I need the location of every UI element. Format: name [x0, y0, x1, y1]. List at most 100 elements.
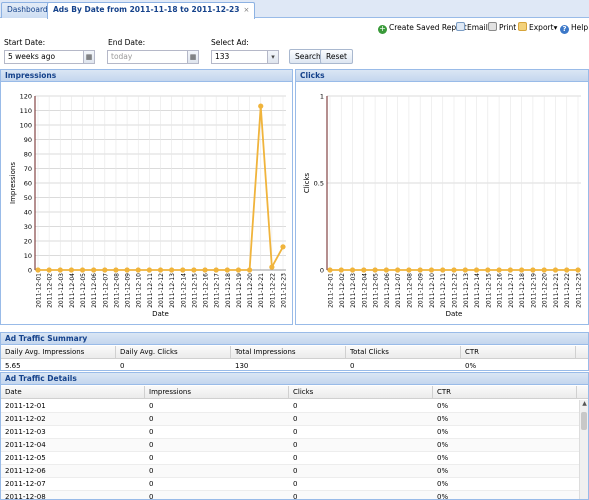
table-row[interactable]: 2011-12-02 0 0 0% [1, 413, 579, 426]
cell: 0 [149, 428, 154, 436]
data-point [235, 267, 242, 273]
x-tick-label: 2011-12-17 [214, 273, 221, 308]
scroll-thumb[interactable] [581, 412, 587, 430]
y-tick-label: 30 [24, 223, 32, 231]
table-row[interactable]: 2011-12-07 0 0 0% [1, 478, 579, 491]
x-tick-label: 2011-12-22 [564, 273, 571, 308]
export-button[interactable]: Export▾ [518, 21, 557, 34]
details-scrollbar[interactable]: ▲ [579, 400, 588, 499]
data-point [395, 267, 401, 273]
data-point [372, 267, 378, 273]
table-row[interactable]: 2011-12-03 0 0 0% [1, 426, 579, 439]
tab-ads-by-date[interactable]: Ads By Date from 2011-11-18 to 2011-12-2… [47, 2, 256, 19]
create-saved-report-button[interactable]: + Create Saved Report [378, 21, 467, 34]
x-tick-label: 2011-12-05 [80, 273, 87, 308]
cell: 0 [149, 454, 154, 462]
x-tick-label: 2011-12-09 [125, 273, 132, 308]
x-tick-label: 2011-12-14 [474, 273, 481, 308]
data-point [541, 267, 547, 273]
start-date-label: Start Date: [4, 38, 46, 47]
toolbar-label: Print [499, 23, 517, 32]
cell: 0% [437, 402, 449, 410]
select-ad-field[interactable]: 133 [211, 50, 268, 64]
help-icon: ? [560, 25, 569, 34]
reset-button[interactable]: Reset [320, 49, 353, 64]
x-tick-label: 2011-12-09 [418, 273, 425, 308]
x-tick-label: 2011-12-06 [384, 273, 391, 308]
data-point [406, 267, 412, 273]
column-header[interactable]: Total Clicks [346, 346, 461, 359]
cell: 0 [350, 362, 355, 370]
end-date-label: End Date: [108, 38, 146, 47]
data-point [564, 267, 570, 273]
ad-traffic-summary-header: Ad Traffic Summary [0, 332, 589, 345]
data-point [462, 267, 468, 273]
x-tick-label: 2011-12-05 [373, 273, 380, 308]
data-point [269, 264, 275, 270]
data-point [169, 267, 175, 273]
data-point [113, 267, 119, 273]
cell: 2011-12-06 [5, 467, 46, 475]
y-tick-label: 40 [24, 209, 32, 217]
chevron-down-icon[interactable]: ▾ [267, 50, 279, 64]
tab-dashboard[interactable]: Dashboard [1, 2, 54, 18]
close-icon[interactable]: × [243, 6, 249, 14]
column-header[interactable]: CTR [433, 386, 577, 399]
table-row[interactable]: 2011-12-01 0 0 0% [1, 400, 579, 413]
help-button[interactable]: ? Help [560, 21, 588, 34]
start-date-field[interactable]: 5 weeks ago [4, 50, 84, 64]
column-header[interactable]: Daily Avg. Clicks [116, 346, 231, 359]
column-header[interactable]: Date [1, 386, 145, 399]
cell: 5.65 [5, 362, 21, 370]
column-header[interactable]: Clicks [289, 386, 433, 399]
data-point [280, 244, 286, 250]
x-tick-label: 2011-12-07 [102, 273, 109, 308]
impressions-chart: 0 10 20 30 40 50 60 70 80 90 100 110 120 2011-12-01 20… [9, 93, 288, 319]
x-tick-label: 2011-12-20 [542, 273, 549, 308]
column-header[interactable]: Impressions [145, 386, 289, 399]
data-point [35, 267, 41, 273]
ad-traffic-summary: Daily Avg. Impressions Daily Avg. Clicks… [0, 345, 589, 373]
column-header[interactable]: Total Impressions [231, 346, 346, 359]
x-tick-label: 2011-12-23 [281, 273, 288, 308]
data-point [575, 267, 581, 273]
x-tick-label: 2011-12-13 [463, 273, 470, 308]
data-point [440, 267, 446, 273]
x-tick-label: 2011-12-07 [395, 273, 402, 308]
x-tick-label: 2011-12-16 [497, 273, 504, 308]
column-header[interactable]: Daily Avg. Impressions [1, 346, 116, 359]
calendar-icon[interactable]: ▦ [83, 50, 95, 64]
table-row[interactable]: 2011-12-05 0 0 0% [1, 452, 579, 465]
data-point [417, 267, 423, 273]
cell: 2011-12-05 [5, 454, 46, 462]
data-point [180, 267, 186, 273]
scroll-up-icon[interactable]: ▲ [580, 400, 588, 408]
data-point [349, 267, 356, 273]
table-row[interactable]: 2011-12-08 0 0 0% [1, 491, 579, 499]
x-tick-label: 2011-12-08 [113, 273, 120, 308]
cell: 0 [149, 441, 154, 449]
end-date-field[interactable]: today [107, 50, 188, 64]
report-toolbar: + Create Saved Report Email Print Export▾… [0, 19, 589, 35]
toolbar-label: Export [529, 23, 554, 32]
x-tick-label: 2011-12-01 [328, 273, 335, 308]
y-tick-label: 70 [24, 165, 32, 173]
x-tick-label: 2011-12-02 [47, 273, 54, 308]
email-button[interactable]: Email [456, 21, 488, 34]
x-tick-label: 2011-12-13 [169, 273, 176, 308]
column-header[interactable]: CTR [461, 346, 576, 359]
table-row[interactable]: 2011-12-04 0 0 0% [1, 439, 579, 452]
x-tick-label: 2011-12-15 [191, 273, 198, 308]
table-row[interactable]: 2011-12-06 0 0 0% [1, 465, 579, 478]
print-button[interactable]: Print [488, 21, 516, 34]
y-tick-label: 20 [24, 238, 32, 246]
cell: 0 [120, 362, 125, 370]
cell: 0% [437, 467, 449, 475]
cell: 0% [437, 480, 449, 488]
cell: 2011-12-01 [5, 402, 46, 410]
x-tick-label: 2011-12-12 [452, 273, 459, 308]
data-point [124, 267, 130, 273]
cell: 0 [293, 480, 298, 488]
cell: 0 [293, 402, 298, 410]
calendar-icon[interactable]: ▦ [187, 50, 199, 64]
